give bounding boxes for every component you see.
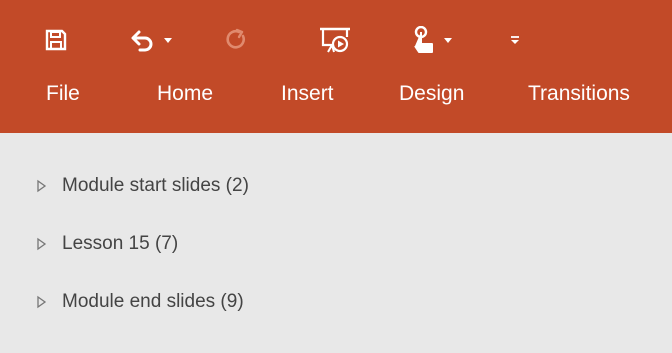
slide-sections-pane: Module start slides (2) Lesson 15 (7) Mo… [0, 133, 672, 353]
section-label: Lesson 15 (7) [62, 233, 179, 254]
redo-icon [226, 28, 245, 49]
slideshow-button[interactable] [318, 20, 352, 60]
expand-triangle-icon[interactable] [34, 179, 48, 193]
section-lesson-15[interactable]: Lesson 15 (7) [34, 229, 178, 259]
quick-access-toolbar [0, 0, 672, 78]
expand-triangle-icon[interactable] [34, 237, 48, 251]
tab-design[interactable]: Design [399, 82, 464, 106]
customize-qat-button[interactable] [510, 20, 520, 60]
chevron-down-icon[interactable] [444, 38, 452, 44]
customize-qat-icon [511, 36, 519, 44]
ribbon: File Home Insert Design Transitions [0, 0, 672, 133]
tab-transitions[interactable]: Transitions [528, 82, 630, 106]
touch-mode-button[interactable] [412, 20, 452, 60]
save-icon [45, 29, 67, 51]
tab-home[interactable]: Home [157, 82, 213, 106]
save-button[interactable] [44, 20, 68, 60]
section-module-start[interactable]: Module start slides (2) [34, 171, 249, 201]
tab-file[interactable]: File [46, 82, 80, 106]
tab-insert[interactable]: Insert [281, 82, 334, 106]
undo-button[interactable] [130, 20, 172, 60]
ribbon-tabs: File Home Insert Design Transitions [0, 78, 672, 118]
chevron-down-icon[interactable] [164, 38, 172, 44]
touch-hand-icon [414, 26, 433, 53]
undo-icon [131, 30, 153, 52]
redo-button[interactable] [226, 20, 248, 60]
section-module-end[interactable]: Module end slides (9) [34, 287, 244, 317]
expand-triangle-icon[interactable] [34, 295, 48, 309]
slideshow-icon [320, 27, 350, 53]
section-label: Module end slides (9) [62, 291, 244, 312]
section-label: Module start slides (2) [62, 175, 249, 196]
